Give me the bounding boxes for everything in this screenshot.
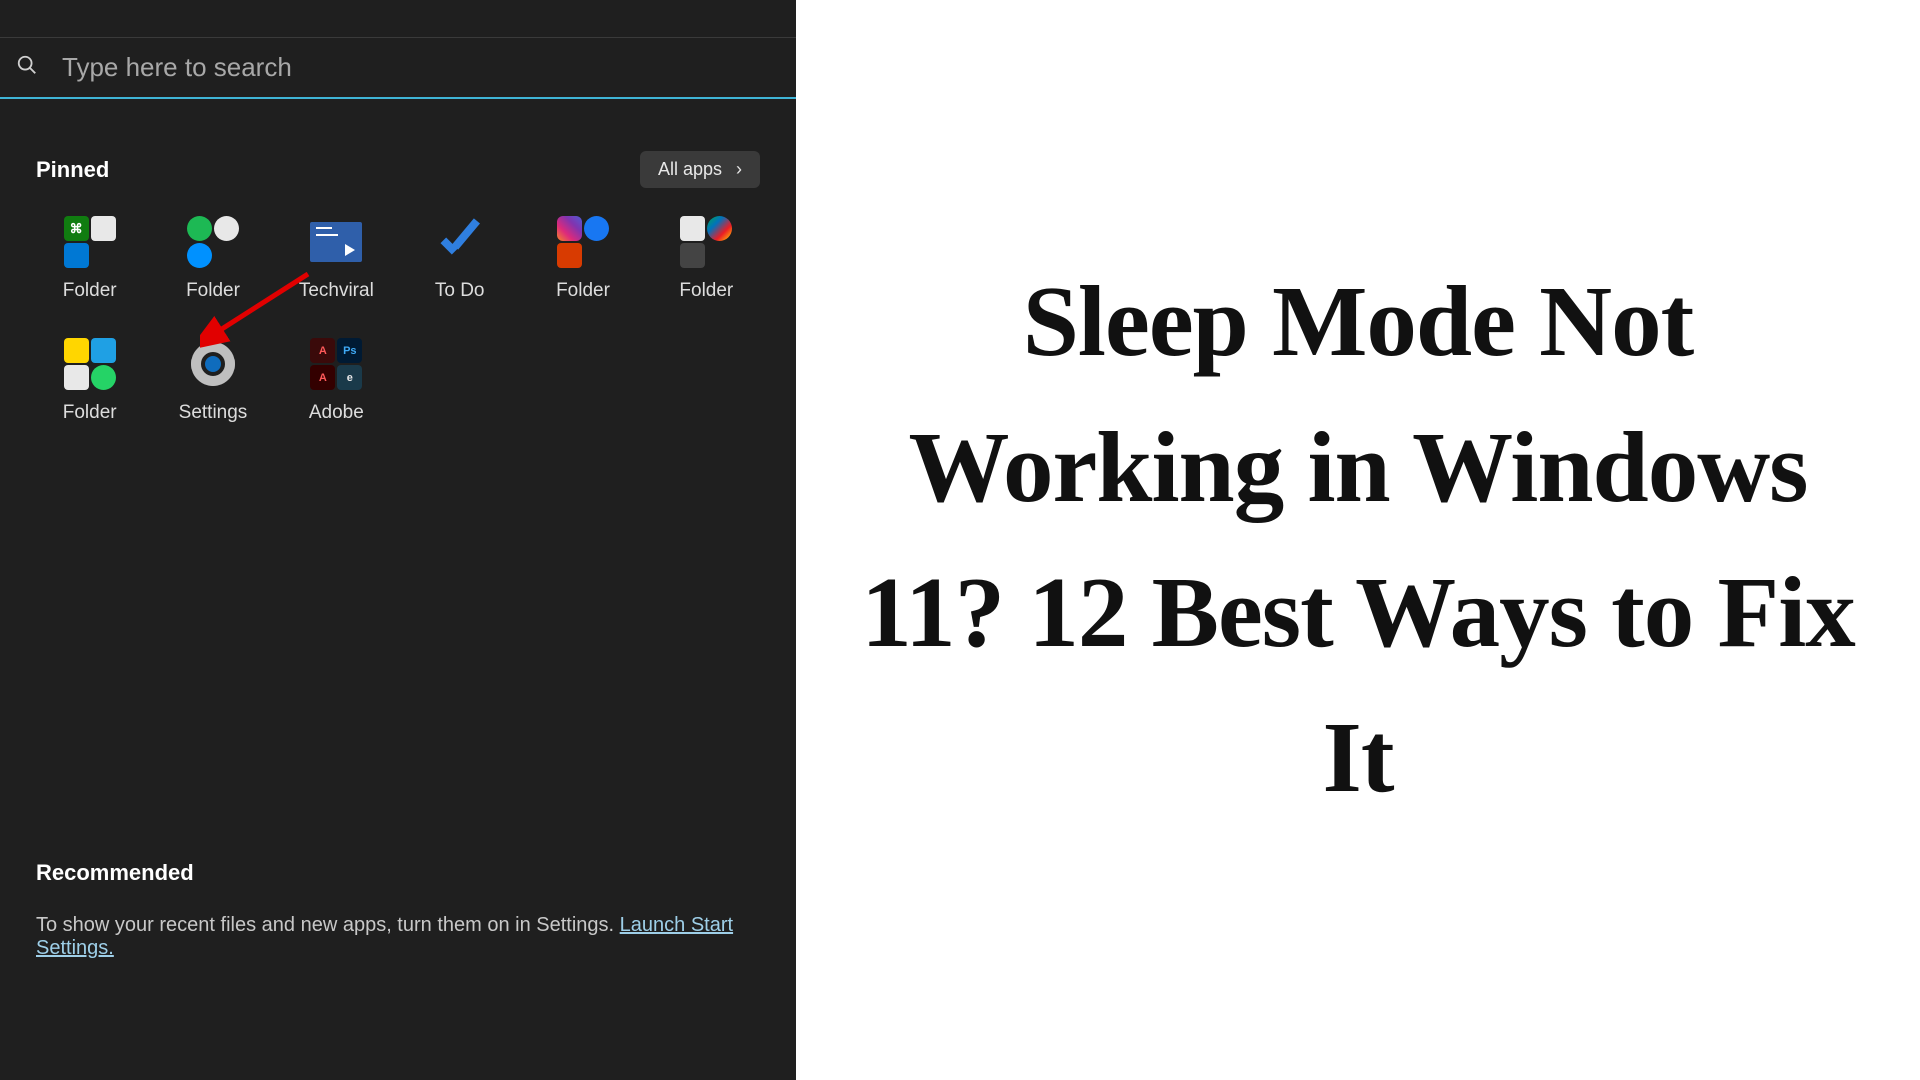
chevron-right-icon: ›	[736, 159, 742, 180]
pinned-header: Pinned All apps ›	[0, 99, 796, 196]
todo-icon	[434, 216, 486, 268]
all-apps-button[interactable]: All apps ›	[640, 151, 760, 188]
techviral-icon	[310, 216, 362, 268]
pinned-tile-folder-3[interactable]: Folder	[521, 216, 644, 302]
pinned-title: Pinned	[36, 157, 109, 183]
pinned-tile-folder-4[interactable]: Folder	[645, 216, 768, 302]
pinned-tile-techviral[interactable]: Techviral	[275, 216, 398, 302]
tile-label: Settings	[179, 402, 248, 424]
pinned-tile-folder-1[interactable]: ⌘ Folder	[28, 216, 151, 302]
tile-label: Folder	[556, 280, 610, 302]
recommended-text-prefix: To show your recent files and new apps, …	[36, 914, 620, 936]
pinned-tile-folder-2[interactable]: Folder	[151, 216, 274, 302]
folder-icon	[680, 216, 732, 268]
tile-label: Folder	[186, 280, 240, 302]
adobe-folder-icon: APs Ae	[310, 338, 362, 390]
tile-label: Folder	[63, 402, 117, 424]
tile-label: Techviral	[299, 280, 374, 302]
folder-icon: ⌘	[64, 216, 116, 268]
pinned-tile-todo[interactable]: To Do	[398, 216, 521, 302]
folder-icon	[557, 216, 609, 268]
tile-label: To Do	[435, 280, 485, 302]
tile-label: Adobe	[309, 402, 364, 424]
pinned-grid: ⌘ Folder Folder Techviral	[0, 196, 796, 424]
tile-label: Folder	[679, 280, 733, 302]
search-bar[interactable]	[0, 38, 796, 99]
article-headline-panel: Sleep Mode Not Working in Windows 11? 12…	[796, 0, 1920, 1080]
pinned-tile-adobe[interactable]: APs Ae Adobe	[275, 338, 398, 424]
all-apps-label: All apps	[658, 159, 722, 180]
recommended-text: To show your recent files and new apps, …	[36, 914, 760, 960]
article-headline: Sleep Mode Not Working in Windows 11? 12…	[826, 249, 1890, 831]
search-input[interactable]	[62, 52, 780, 83]
folder-icon	[64, 338, 116, 390]
pinned-tile-settings[interactable]: Settings	[151, 338, 274, 424]
folder-icon	[187, 216, 239, 268]
pinned-tile-folder-5[interactable]: Folder	[28, 338, 151, 424]
recommended-section: Recommended To show your recent files an…	[0, 860, 796, 960]
top-divider	[0, 0, 796, 38]
tile-label: Folder	[63, 280, 117, 302]
settings-icon	[187, 338, 239, 390]
search-icon	[16, 54, 38, 81]
start-menu: Pinned All apps › ⌘ Folder Fol	[0, 0, 796, 1080]
recommended-title: Recommended	[36, 860, 760, 886]
